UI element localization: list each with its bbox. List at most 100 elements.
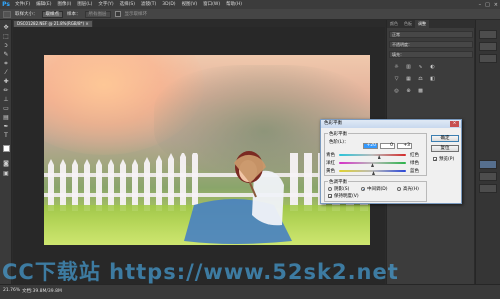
color-lookup-icon[interactable]: ▩ bbox=[417, 88, 424, 95]
preserve-luminosity-checkbox[interactable]: ✓ bbox=[328, 194, 332, 199]
show-ring-label: 显示取样环 bbox=[124, 12, 148, 17]
tone-balance-legend: 色调平衡 bbox=[328, 179, 348, 185]
marquee-tool-icon[interactable]: ⬚ bbox=[2, 33, 10, 41]
menu-help[interactable]: 帮助(H) bbox=[223, 0, 245, 9]
pen-tool-icon[interactable]: ✒ bbox=[2, 123, 10, 131]
dialog-title: 色彩平衡 bbox=[321, 120, 461, 128]
midtones-radio[interactable] bbox=[361, 187, 365, 191]
level-field-magenta-green[interactable]: 0 bbox=[380, 143, 395, 149]
color-balance-dialog: 色彩平衡 × 色彩平衡 色阶(L)： +20 0 +3 青色 红色 洋红 绿色 … bbox=[320, 119, 462, 204]
properties-panel-icon[interactable] bbox=[479, 42, 497, 51]
preserve-luminosity-label: 保持明度(V) bbox=[334, 194, 359, 199]
close-button[interactable]: × bbox=[494, 2, 498, 8]
lasso-tool-icon[interactable]: ↄ bbox=[2, 42, 10, 50]
slider-2-left-label: 洋红 bbox=[326, 161, 335, 166]
cyan-red-slider[interactable] bbox=[339, 154, 406, 156]
menu-edit[interactable]: 编辑(E) bbox=[33, 0, 54, 9]
slider-2-right-label: 绿色 bbox=[410, 161, 419, 166]
channels-panel-icon[interactable] bbox=[479, 172, 497, 181]
screen-mode-icon[interactable]: ▣ bbox=[2, 170, 10, 178]
menu-view[interactable]: 视图(V) bbox=[179, 0, 201, 9]
opacity-field[interactable]: 不透明度： bbox=[389, 41, 473, 48]
menu-layer[interactable]: 图层(L) bbox=[74, 0, 95, 9]
status-bar: 21.76% 文档:39.8M/39.8M bbox=[0, 284, 500, 299]
channel-mixer-icon[interactable]: ⊕ bbox=[405, 88, 412, 95]
levels-label: 色阶(L)： bbox=[329, 140, 349, 145]
show-ring-checkbox[interactable] bbox=[114, 11, 121, 17]
minimize-button[interactable]: – bbox=[479, 2, 482, 8]
exposure-icon[interactable]: ◐ bbox=[429, 64, 436, 71]
gradient-tool-icon[interactable]: ▤ bbox=[2, 114, 10, 122]
color-balance-legend: 色彩平衡 bbox=[328, 131, 348, 137]
fill-field[interactable]: 填充： bbox=[389, 51, 473, 58]
menu-file[interactable]: 文件(F) bbox=[12, 0, 33, 9]
sample-select[interactable]: 所有图层 bbox=[84, 10, 111, 18]
healing-brush-tool-icon[interactable]: ✚ bbox=[2, 78, 10, 86]
dialog-close-button[interactable]: × bbox=[450, 121, 459, 127]
document-info[interactable]: 文档:39.8M/39.8M bbox=[22, 288, 62, 294]
menu-bar: Ps 文件(F) 编辑(E) 图像(I) 图层(L) 文字(Y) 选择(S) 滤… bbox=[0, 0, 500, 9]
shadows-label: 阴影(S) bbox=[334, 187, 350, 192]
slider-1-right-label: 红色 bbox=[410, 153, 419, 158]
menu-image[interactable]: 图像(I) bbox=[54, 0, 74, 9]
vibrance-icon[interactable]: ▽ bbox=[393, 76, 400, 83]
tab-color[interactable]: 颜色 bbox=[387, 20, 401, 28]
zoom-level[interactable]: 21.76% bbox=[3, 288, 20, 293]
layers-panel-icon[interactable] bbox=[479, 160, 497, 169]
site-watermark: CC下载站 https://www.52sk2.net bbox=[2, 260, 399, 284]
blend-mode-select[interactable]: 正常 bbox=[389, 31, 473, 38]
slider-1-left-label: 青色 bbox=[326, 153, 335, 158]
foreground-color-swatch[interactable] bbox=[3, 145, 10, 152]
ok-button[interactable]: 确定 bbox=[431, 135, 459, 142]
level-field-yellow-blue[interactable]: +3 bbox=[397, 143, 412, 149]
crop-tool-icon[interactable]: ⌗ bbox=[2, 60, 10, 68]
eraser-tool-icon[interactable]: ▭ bbox=[2, 105, 10, 113]
menu-type[interactable]: 文字(Y) bbox=[95, 0, 116, 9]
sample-size-select[interactable]: 取样点 bbox=[41, 10, 63, 18]
character-panel-icon[interactable] bbox=[479, 54, 497, 63]
photoshop-logo: Ps bbox=[2, 1, 10, 8]
eyedropper-tool-icon[interactable]: ⁄ bbox=[2, 69, 10, 77]
hue-saturation-icon[interactable]: ▦ bbox=[405, 76, 412, 83]
highlights-radio[interactable] bbox=[397, 187, 401, 191]
midtones-label: 中间调(D) bbox=[367, 187, 388, 192]
preview-label: 预览(P) bbox=[439, 157, 455, 162]
tab-adjustments[interactable]: 调整 bbox=[415, 20, 429, 28]
menu-window[interactable]: 窗口(W) bbox=[200, 0, 223, 9]
menu-select[interactable]: 选择(S) bbox=[117, 0, 138, 9]
levels-icon[interactable]: ▥ bbox=[405, 64, 412, 71]
brush-tool-icon[interactable]: ✏ bbox=[2, 87, 10, 95]
preview-checkbox[interactable]: ✓ bbox=[433, 157, 437, 162]
menu-3d[interactable]: 3D(D) bbox=[159, 0, 178, 9]
quick-mask-icon[interactable]: ◙ bbox=[2, 160, 10, 168]
yellow-blue-slider[interactable] bbox=[339, 170, 406, 172]
shadows-radio[interactable] bbox=[328, 187, 332, 191]
quick-select-tool-icon[interactable]: ✎ bbox=[2, 51, 10, 59]
photo-filter-icon[interactable]: ◎ bbox=[393, 88, 400, 95]
document-tab[interactable]: DSC01282.NEF @ 21.8%(RGB/8*) × bbox=[13, 20, 93, 27]
tab-swatches[interactable]: 色板 bbox=[401, 20, 415, 28]
window-controls: – □ × bbox=[479, 0, 498, 9]
maximize-button[interactable]: □ bbox=[485, 2, 490, 8]
options-bar: 取样大小： 取样点 样本： 所有图层 显示取样环 bbox=[0, 9, 500, 20]
menu-filter[interactable]: 滤镜(T) bbox=[138, 0, 159, 9]
brightness-icon[interactable]: ☼ bbox=[393, 64, 400, 71]
tools-panel: ✥ ⬚ ↄ ✎ ⌗ ⁄ ✚ ✏ ⊥ ▭ ▤ ✒ T ◙ ▣ bbox=[0, 20, 12, 284]
clone-stamp-tool-icon[interactable]: ⊥ bbox=[2, 96, 10, 104]
slider-3-right-label: 蓝色 bbox=[410, 169, 419, 174]
panel-tabs: 颜色 色板 调整 bbox=[387, 20, 475, 28]
paths-panel-icon[interactable] bbox=[479, 184, 497, 193]
curves-icon[interactable]: ∿ bbox=[417, 64, 424, 71]
color-balance-icon[interactable]: ⚖ bbox=[417, 76, 424, 83]
eyedropper-preset-icon[interactable] bbox=[3, 10, 11, 18]
reset-button[interactable]: 复位 bbox=[431, 145, 459, 152]
sample-label: 样本： bbox=[67, 12, 81, 17]
sample-size-label: 取样大小： bbox=[15, 12, 38, 17]
history-panel-icon[interactable] bbox=[479, 30, 497, 39]
move-tool-icon[interactable]: ✥ bbox=[2, 24, 10, 32]
level-field-cyan-red[interactable]: +20 bbox=[363, 143, 378, 149]
type-tool-icon[interactable]: T bbox=[2, 132, 10, 140]
collapsed-panel-strip bbox=[475, 20, 500, 284]
slider-3-left-label: 黄色 bbox=[326, 169, 335, 174]
black-white-icon[interactable]: ◧ bbox=[429, 76, 436, 83]
